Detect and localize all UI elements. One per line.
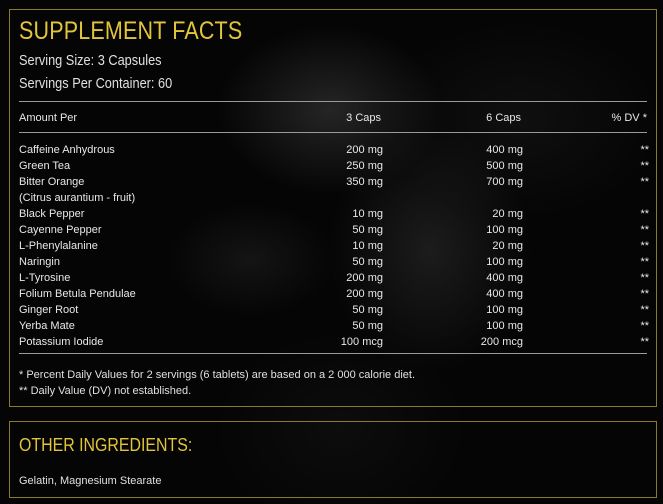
amount-3-caps: 10 mg: [352, 208, 383, 220]
divider: [19, 353, 647, 354]
dv-value: **: [640, 272, 649, 284]
divider: [19, 101, 647, 102]
amount-6-caps: 20 mg: [492, 240, 523, 252]
column-header-amount-per: Amount Per: [19, 112, 78, 124]
ingredient-name: L-Phenylalanine: [19, 240, 98, 252]
divider: [19, 132, 647, 133]
table-header: Amount Per 3 Caps 6 Caps % DV *: [19, 112, 647, 126]
dv-value: **: [640, 160, 649, 172]
table-row: Black Pepper 10 mg 20 mg **: [19, 208, 649, 224]
amount-6-caps: 100 mg: [486, 224, 523, 236]
ingredient-name: Ginger Root: [19, 304, 79, 316]
servings-per-container: Servings Per Container: 60: [19, 76, 173, 92]
table-row: L-Tyrosine 200 mg 400 mg **: [19, 272, 649, 288]
table-row: Ginger Root 50 mg 100 mg **: [19, 304, 649, 320]
ingredient-name: Naringin: [19, 256, 60, 268]
amount-3-caps: 350 mg: [346, 176, 383, 188]
table-row: Caffeine Anhydrous 200 mg 400 mg **: [19, 144, 649, 160]
ingredient-name: Green Tea: [19, 160, 71, 172]
amount-3-caps: 50 mg: [352, 320, 383, 332]
ingredient-table: Caffeine Anhydrous 200 mg 400 mg ** Green Te…: [10, 144, 656, 352]
amount-6-caps: 400 mg: [486, 144, 523, 156]
table-row: Potassium Iodide 100 mcg 200 mcg **: [19, 336, 649, 352]
amount-6-caps: 400 mg: [486, 288, 523, 300]
panel-title: SUPPLEMENT FACTS: [19, 17, 243, 45]
table-row: (Citrus aurantium - fruit): [19, 192, 649, 208]
amount-3-caps: 200 mg: [346, 144, 383, 156]
ingredient-name: L-Tyrosine: [19, 272, 71, 284]
amount-3-caps: 100 mcg: [340, 336, 383, 348]
dv-value: **: [640, 336, 649, 348]
ingredient-name: (Citrus aurantium - fruit): [19, 192, 136, 204]
dv-value: **: [640, 176, 649, 188]
amount-3-caps: 50 mg: [352, 224, 383, 236]
amount-3-caps: 200 mg: [346, 272, 383, 284]
ingredient-name: Potassium Iodide: [19, 336, 104, 348]
dv-value: **: [640, 304, 649, 316]
amount-6-caps: 20 mg: [492, 208, 523, 220]
amount-6-caps: 500 mg: [486, 160, 523, 172]
ingredient-name: Cayenne Pepper: [19, 224, 102, 236]
amount-6-caps: 100 mg: [486, 256, 523, 268]
amount-6-caps: 100 mg: [486, 320, 523, 332]
dv-value: **: [640, 320, 649, 332]
table-row: Bitter Orange 350 mg 700 mg **: [19, 176, 649, 192]
dv-value: **: [640, 224, 649, 236]
amount-6-caps: 200 mcg: [480, 336, 523, 348]
column-header-6-caps: 6 Caps: [486, 112, 521, 124]
amount-3-caps: 50 mg: [352, 304, 383, 316]
footnote-daily-values: * Percent Daily Values for 2 servings (6…: [19, 369, 416, 381]
table-row: Folium Betula Pendulae 200 mg 400 mg **: [19, 288, 649, 304]
column-header-dv: % DV *: [611, 112, 647, 124]
other-ingredients-panel: OTHER INGREDIENTS: Gelatin, Magnesium St…: [9, 421, 657, 498]
ingredient-name: Folium Betula Pendulae: [19, 288, 136, 300]
amount-3-caps: 250 mg: [346, 160, 383, 172]
amount-3-caps: 50 mg: [352, 256, 383, 268]
amount-6-caps: 700 mg: [486, 176, 523, 188]
ingredient-name: Yerba Mate: [19, 320, 75, 332]
serving-size: Serving Size: 3 Capsules: [19, 53, 162, 69]
other-ingredients-text: Gelatin, Magnesium Stearate: [19, 475, 162, 487]
column-header-3-caps: 3 Caps: [346, 112, 381, 124]
other-ingredients-title: OTHER INGREDIENTS:: [19, 434, 193, 455]
amount-6-caps: 100 mg: [486, 304, 523, 316]
dv-value: **: [640, 240, 649, 252]
supplement-facts-panel: SUPPLEMENT FACTS Serving Size: 3 Capsule…: [9, 9, 657, 407]
ingredient-name: Caffeine Anhydrous: [19, 144, 115, 156]
table-row: Green Tea 250 mg 500 mg **: [19, 160, 649, 176]
table-row: Yerba Mate 50 mg 100 mg **: [19, 320, 649, 336]
dv-value: **: [640, 288, 649, 300]
amount-6-caps: 400 mg: [486, 272, 523, 284]
dv-value: **: [640, 144, 649, 156]
amount-3-caps: 200 mg: [346, 288, 383, 300]
ingredient-name: Bitter Orange: [19, 176, 85, 188]
ingredient-name: Black Pepper: [19, 208, 85, 220]
table-row: L-Phenylalanine 10 mg 20 mg **: [19, 240, 649, 256]
dv-value: **: [640, 208, 649, 220]
footnote-not-established: ** Daily Value (DV) not established.: [19, 385, 192, 397]
table-row: Cayenne Pepper 50 mg 100 mg **: [19, 224, 649, 240]
amount-3-caps: 10 mg: [352, 240, 383, 252]
dv-value: **: [640, 256, 649, 268]
table-row: Naringin 50 mg 100 mg **: [19, 256, 649, 272]
